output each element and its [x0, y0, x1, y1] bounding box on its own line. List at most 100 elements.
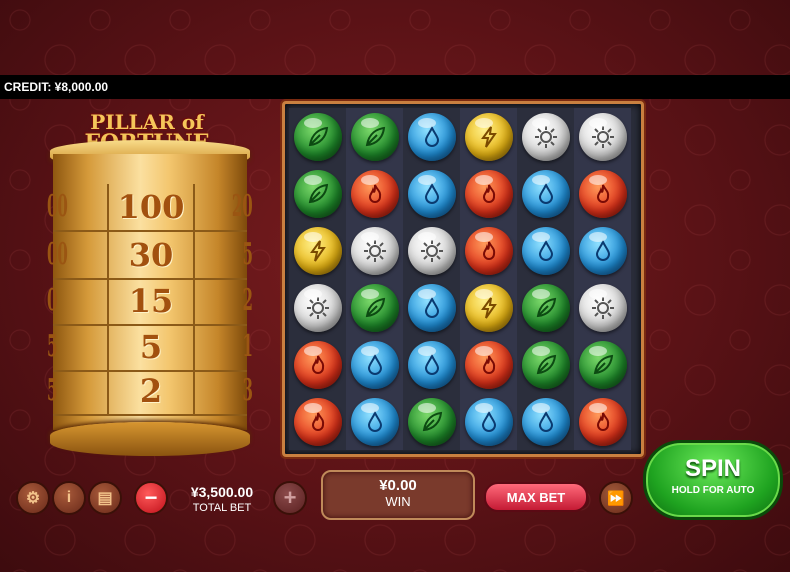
info-button[interactable]: i: [52, 481, 86, 515]
grid-cell: [517, 279, 574, 336]
grid-cell: [460, 165, 517, 222]
multiplier-left-edge: 5: [47, 373, 58, 408]
grid-cell: [460, 108, 517, 165]
earth-orb-icon: [293, 112, 342, 161]
pillar-divider: [193, 278, 195, 324]
paytable-button[interactable]: ▤: [88, 481, 122, 515]
gear-icon: ⚙: [25, 490, 41, 507]
sun-orb-icon: [293, 283, 342, 332]
water-orb-icon: [350, 340, 399, 389]
multiplier-left-edge: 0: [47, 283, 58, 318]
grid-cell: [289, 279, 346, 336]
grid-cell: [289, 393, 346, 450]
grid-cell: [403, 336, 460, 393]
earth-orb-icon: [521, 340, 570, 389]
plus-icon: +: [283, 485, 297, 510]
multiplier-value: 15: [128, 282, 174, 320]
grid-cell: [517, 108, 574, 165]
pillar-row: 0 15 2: [47, 278, 253, 326]
multiplier-value: 100: [117, 188, 185, 226]
multiplier-left-edge: 5: [47, 329, 58, 364]
win-amount: ¥0.00: [379, 477, 417, 494]
grid-cell: [403, 279, 460, 336]
multiplier-right-edge: 1: [242, 329, 253, 364]
earth-orb-icon: [293, 169, 342, 218]
max-bet-button[interactable]: MAX BET: [484, 482, 588, 512]
fire-orb-icon: [350, 169, 399, 218]
fire-orb-icon: [578, 169, 627, 218]
pillar-row: 00 100 20: [47, 184, 253, 232]
sun-orb-icon: [350, 226, 399, 275]
pillar-row: 00 30 5: [47, 232, 253, 280]
grid-cell: [403, 222, 460, 279]
fire-orb-icon: [464, 226, 513, 275]
earth-orb-icon: [521, 283, 570, 332]
sun-orb-icon: [578, 283, 627, 332]
decrease-bet-button[interactable]: −: [134, 481, 168, 515]
credit-display: CREDIT: ¥8,000.00: [4, 80, 109, 94]
earth-orb-icon: [407, 397, 456, 446]
info-icon: i: [66, 489, 72, 506]
lightning-orb-icon: [464, 283, 513, 332]
grid-cell: [574, 165, 631, 222]
water-orb-icon: [350, 397, 399, 446]
grid-cell: [460, 279, 517, 336]
multiplier-left-edge: 00: [47, 237, 68, 272]
multiplier-value: 30: [128, 236, 174, 274]
grid-cell: [574, 336, 631, 393]
grid-cell: [517, 165, 574, 222]
sun-orb-icon: [407, 226, 456, 275]
multiplier-left-edge: 00: [47, 189, 68, 224]
spin-label: SPIN: [684, 455, 741, 482]
pillar-divider: [107, 232, 109, 278]
pillar-divider: [107, 368, 109, 414]
spin-button[interactable]: SPIN HOLD FOR AUTO: [643, 440, 783, 520]
pillar-row: 5 5 1: [47, 324, 253, 372]
symbol-grid: [289, 108, 631, 450]
pillar-row: 5 2 3: [47, 368, 253, 416]
grid-cell: [289, 108, 346, 165]
settings-button[interactable]: ⚙: [16, 481, 50, 515]
grid-cell: [403, 165, 460, 222]
grid-cell: [289, 165, 346, 222]
total-bet-amount: ¥3,500.00: [190, 484, 254, 500]
grid-cell: [346, 108, 403, 165]
grid-cell: [346, 165, 403, 222]
grid-cell: [574, 279, 631, 336]
clipboard-icon: ▤: [97, 490, 113, 507]
top-bar: [0, 75, 790, 99]
water-orb-icon: [521, 226, 570, 275]
pillar-divider: [193, 232, 195, 278]
water-orb-icon: [521, 169, 570, 218]
grid-cell: [460, 393, 517, 450]
grid-cell: [289, 336, 346, 393]
minus-icon: −: [144, 485, 158, 510]
multiplier-value: 5: [139, 328, 163, 366]
fire-orb-icon: [464, 340, 513, 389]
fire-orb-icon: [578, 397, 627, 446]
multiplier-right-edge: 2: [242, 283, 253, 318]
increase-bet-button[interactable]: +: [273, 481, 307, 515]
water-orb-icon: [407, 169, 456, 218]
grid-cell: [517, 393, 574, 450]
water-orb-icon: [407, 112, 456, 161]
grid-cell: [574, 108, 631, 165]
multiplier-right-edge: 5: [242, 237, 253, 272]
pillar-divider: [193, 368, 195, 414]
pillar-divider: [107, 184, 109, 230]
water-orb-icon: [521, 397, 570, 446]
fast-forward-button[interactable]: ⏩: [599, 481, 633, 515]
pillar-cap-bottom: [50, 422, 250, 456]
fire-orb-icon: [464, 169, 513, 218]
grid-cell: [346, 336, 403, 393]
grid-cell: [346, 393, 403, 450]
grid-cell: [346, 279, 403, 336]
pillar-divider: [193, 184, 195, 230]
lightning-orb-icon: [293, 226, 342, 275]
sun-orb-icon: [578, 112, 627, 161]
earth-orb-icon: [350, 283, 399, 332]
win-label: WIN: [385, 494, 411, 509]
multiplier-right-edge: 20: [232, 189, 253, 224]
grid-cell: [460, 336, 517, 393]
earth-orb-icon: [578, 340, 627, 389]
